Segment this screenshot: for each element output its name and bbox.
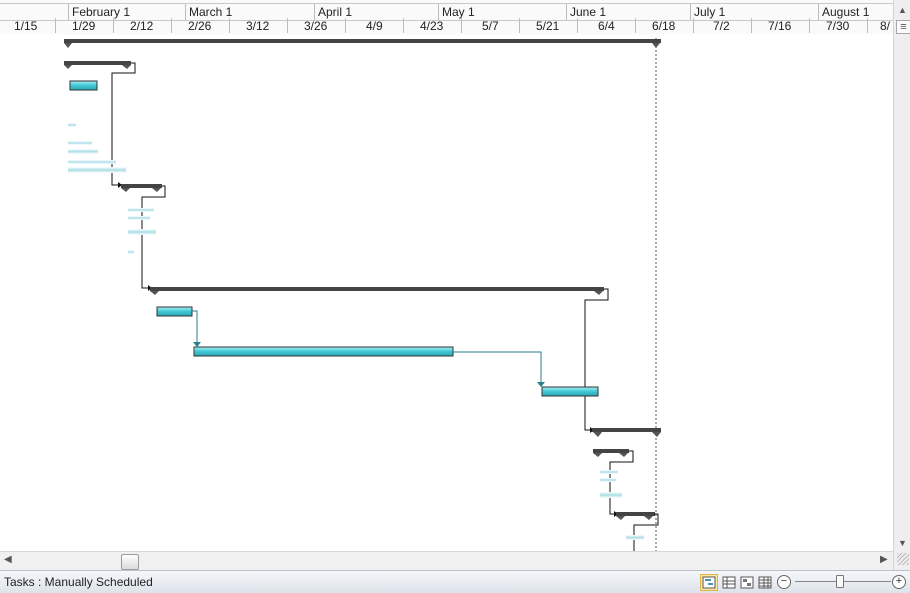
week-label: 1/15 [14,19,38,33]
task-mode-status[interactable]: Tasks : Manually Scheduled [4,575,153,589]
scroll-right-icon[interactable]: ▶ [880,554,888,565]
task-bar [193,346,454,357]
month-label: May 1 [442,5,475,19]
month-label: March 1 [189,5,233,19]
task-bar [156,306,193,317]
week-label: 6/18 [652,19,676,33]
gantt-view-icon[interactable] [700,574,718,591]
week-label: 4/23 [420,19,444,33]
week-label: 1/29 [72,19,96,33]
summary-bar [592,428,661,437]
summary-bar [616,512,655,520]
scroll-down-icon[interactable]: ▼ [896,537,909,549]
week-label: 6/4 [598,19,615,33]
week-label: 4/9 [366,19,383,33]
scroll-left-icon[interactable]: ◀ [4,554,12,565]
zoom-in-icon[interactable]: + [892,575,906,589]
week-label: 5/7 [482,19,499,33]
week-label: 8/ [880,19,891,33]
horizontal-scroll-thumb[interactable] [121,554,139,570]
resource-sheet-view-icon[interactable] [756,574,774,591]
summary-bar [121,184,162,192]
month-label: February 1 [72,5,131,19]
horizontal-scrollbar[interactable]: ◀ ▶ [0,551,893,570]
week-label: 7/30 [826,19,850,33]
month-label: June 1 [570,5,607,19]
summary-bar [593,449,629,457]
gantt-chart[interactable] [0,34,893,551]
project-summary-bar [64,39,661,48]
scroll-up-icon[interactable]: ▲ [896,4,909,16]
split-box-icon[interactable]: ≡ [896,20,910,34]
month-label: April 1 [318,5,353,19]
summary-bar [150,287,604,295]
month-label: August 1 [822,5,870,19]
gantt-canvas [64,38,661,551]
zoom-out-icon[interactable]: − [777,575,791,589]
vertical-scrollbar[interactable]: ▲ ≡ ▼ [893,0,910,570]
week-label: 3/12 [246,19,270,33]
task-usage-view-icon[interactable] [720,574,738,591]
task-bar [541,386,599,397]
timescale-weeks: 1/15 1/29 2/12 2/26 3/12 3/26 4/9 4/23 5… [0,18,893,33]
summary-bar [64,61,131,69]
status-bar: Tasks : Manually Scheduled − + [0,570,910,593]
week-label: 7/16 [768,19,792,33]
month-label: July 1 [694,5,726,19]
week-label: 2/12 [130,19,154,33]
week-label: 2/26 [188,19,212,33]
team-planner-view-icon[interactable] [738,574,756,591]
week-label: 7/2 [713,19,730,33]
timescale: February 1 March 1 April 1 May 1 June 1 … [0,0,893,35]
week-label: 3/26 [304,19,328,33]
zoom-slider-thumb[interactable] [836,575,844,588]
week-label: 5/21 [536,19,560,33]
resize-grip-icon[interactable] [897,553,909,565]
task-bar [69,80,98,91]
